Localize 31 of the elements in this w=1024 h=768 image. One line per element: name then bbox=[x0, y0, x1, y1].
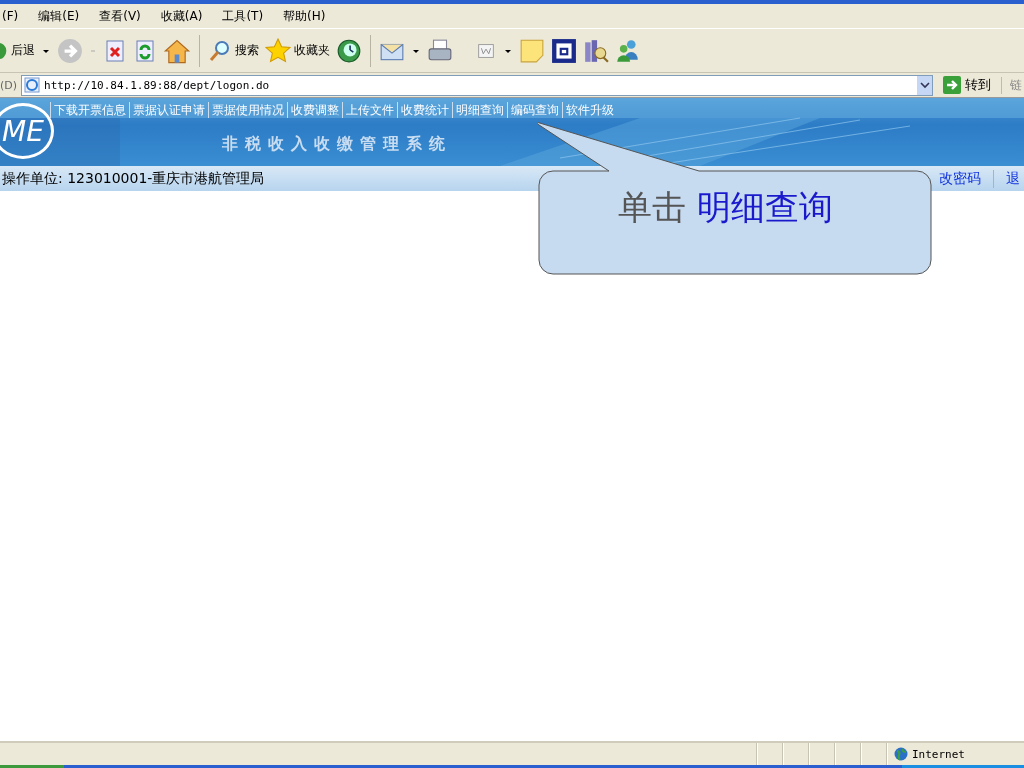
system-title: 非税收入收缴管理系统 bbox=[222, 134, 452, 155]
menu-item[interactable]: 工具(T) bbox=[222, 7, 264, 25]
favorites-button[interactable]: 收藏夹 bbox=[294, 42, 330, 59]
unit-label: 操作单位: 123010001-重庆市港航管理局 bbox=[1, 169, 265, 188]
address-label: (D) bbox=[0, 78, 18, 92]
menu-item[interactable]: 查看(V) bbox=[99, 7, 141, 25]
address-field[interactable]: http://10.84.1.89:88/dept/logon.do bbox=[42, 74, 917, 96]
star-icon[interactable] bbox=[265, 37, 291, 64]
refresh-icon[interactable] bbox=[133, 38, 157, 63]
back-button[interactable]: 后退 bbox=[11, 42, 35, 59]
history-icon[interactable] bbox=[336, 37, 362, 64]
user-link[interactable]: 退 bbox=[993, 169, 1024, 188]
globe-icon bbox=[894, 747, 908, 761]
search-button[interactable]: 搜索 bbox=[235, 42, 259, 59]
stop-icon[interactable] bbox=[103, 38, 127, 63]
menu-item[interactable]: 收藏(A) bbox=[160, 7, 203, 25]
menu-item[interactable]: (F) bbox=[2, 9, 19, 23]
library-icon[interactable] bbox=[583, 37, 609, 64]
page-icon bbox=[24, 77, 41, 93]
zone-label: Internet bbox=[912, 747, 965, 761]
go-arrow-icon bbox=[943, 76, 961, 94]
menu-item[interactable]: 帮助(H) bbox=[283, 7, 326, 25]
go-button[interactable]: 转到 bbox=[937, 76, 997, 94]
dropdown-icon[interactable] bbox=[917, 74, 933, 96]
callout-text: 单击 明细查询 bbox=[618, 186, 833, 229]
menu-item[interactable]: 编辑(E) bbox=[38, 7, 80, 25]
user-link[interactable]: 改密码 bbox=[939, 169, 993, 188]
logo: ME bbox=[0, 103, 54, 159]
people-icon[interactable] bbox=[615, 37, 641, 64]
search-icon[interactable] bbox=[208, 38, 232, 63]
square-logo-icon[interactable] bbox=[551, 37, 577, 64]
